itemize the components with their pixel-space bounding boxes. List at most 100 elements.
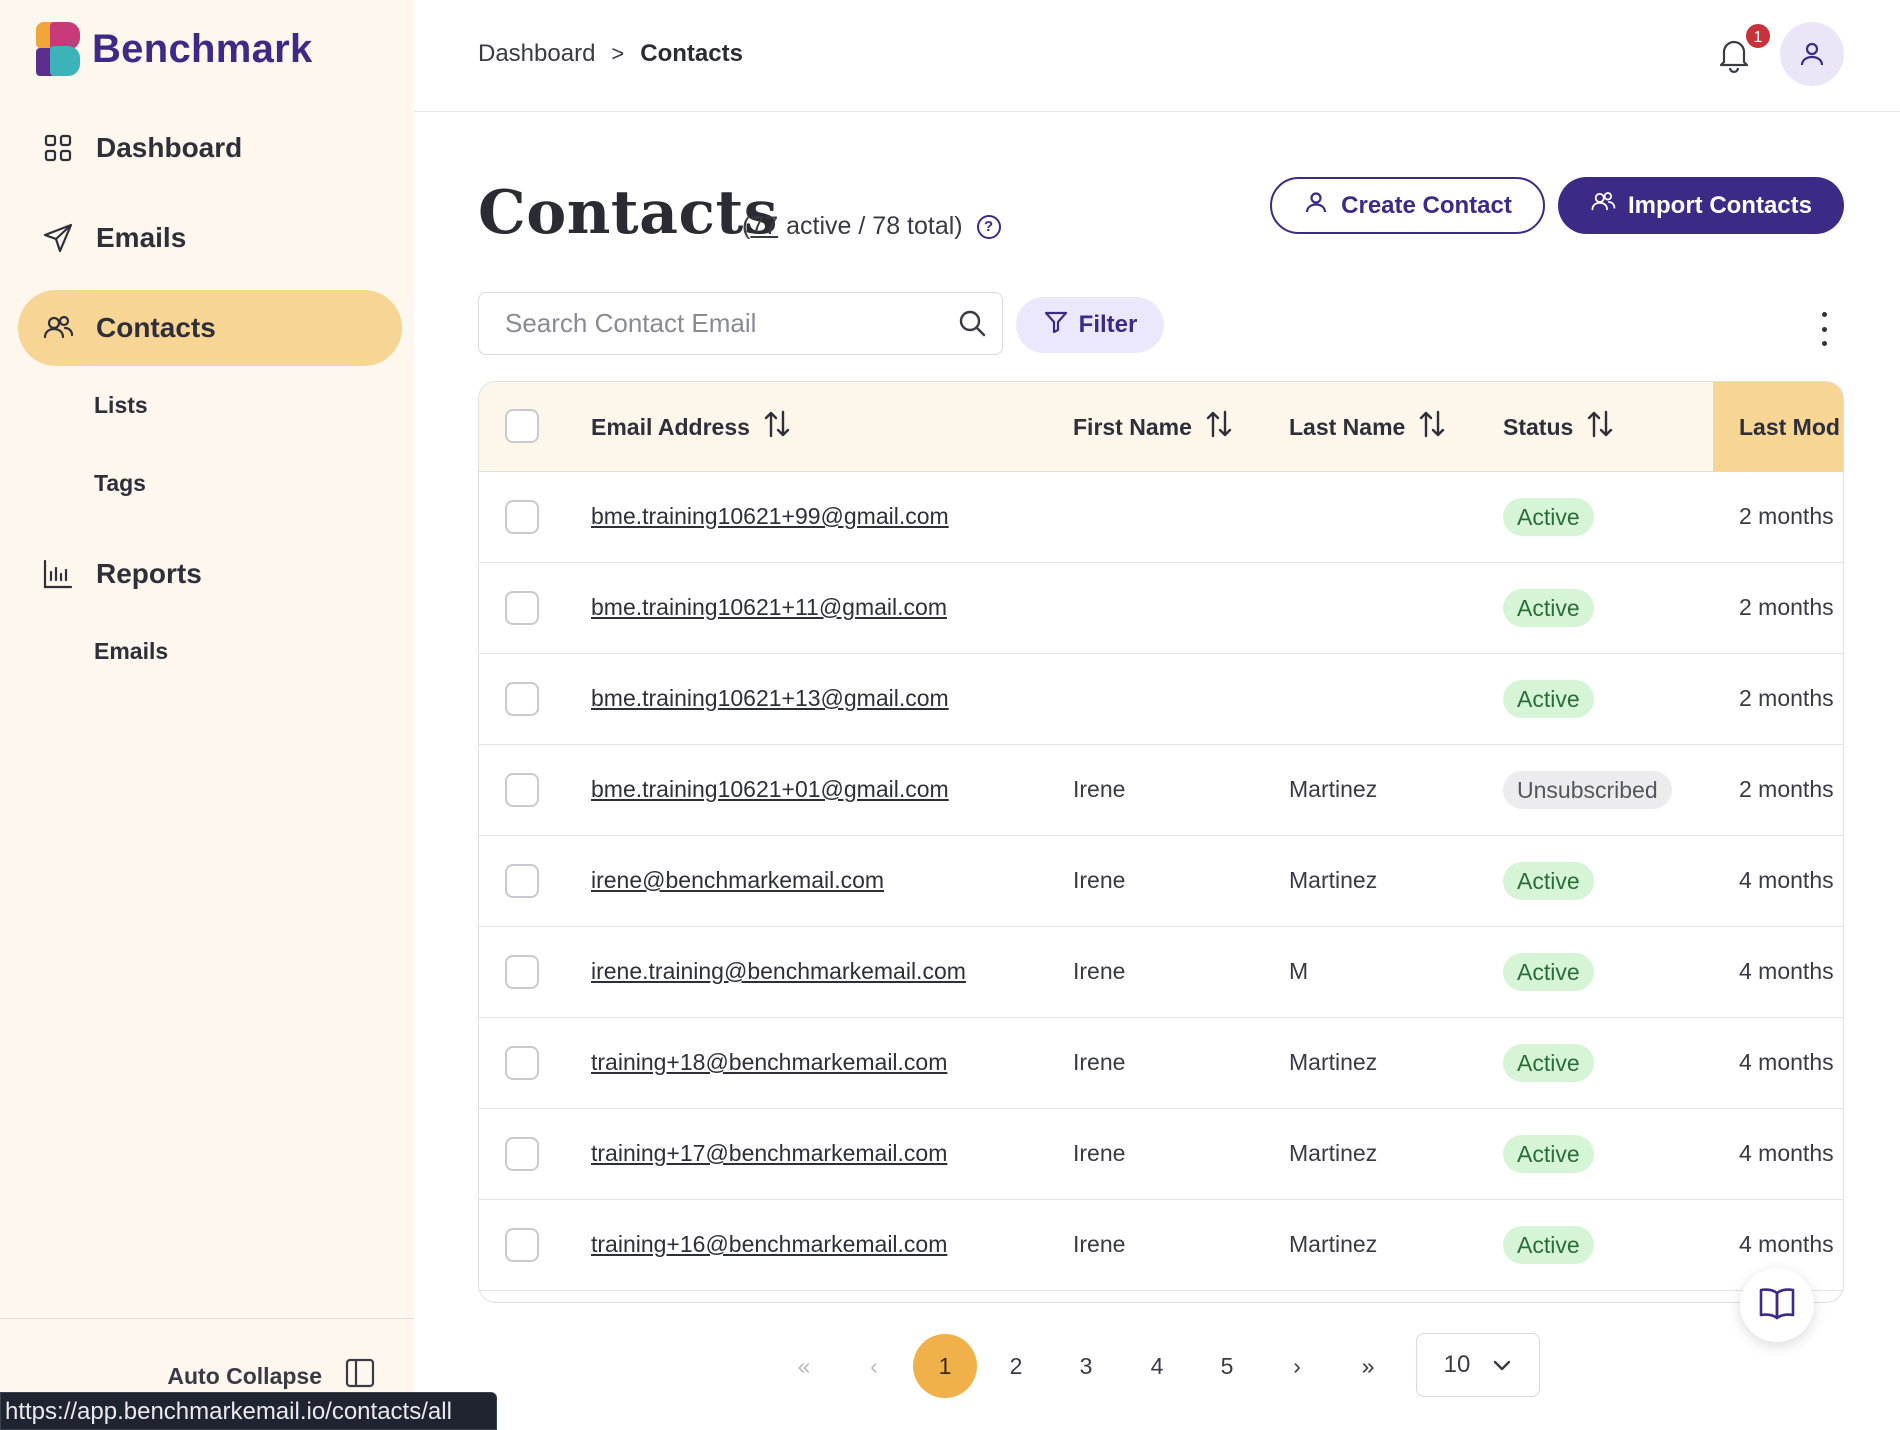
auto-collapse-toggle[interactable]: Auto Collapse <box>167 1357 376 1395</box>
table-row: training+16@benchmarkemail.com Irene Marti… <box>479 1200 1843 1291</box>
table-row: bme.training10621+11@gmail.com Active 2 mo… <box>479 563 1843 654</box>
column-label: Email Address <box>591 413 750 440</box>
pagination-page-2[interactable]: 2 <box>984 1334 1048 1398</box>
status-badge: Active <box>1503 680 1594 718</box>
sort-arrows-icon[interactable] <box>1206 409 1232 445</box>
open-book-icon <box>1757 1285 1797 1326</box>
sidebar-item-lists[interactable]: Lists <box>18 366 402 444</box>
benchmark-logo-icon <box>36 22 80 76</box>
users-icon <box>42 312 74 344</box>
column-last-modified[interactable]: Last Mod <box>1713 382 1843 472</box>
import-contacts-label: Import Contacts <box>1627 191 1812 219</box>
sidebar-item-label: Emails <box>96 222 187 253</box>
row-checkbox[interactable] <box>505 682 539 716</box>
contact-last-name: Martinez <box>1289 1049 1378 1075</box>
row-checkbox[interactable] <box>505 1046 539 1080</box>
sort-arrows-icon[interactable] <box>764 409 790 445</box>
guide-book-button[interactable] <box>1740 1268 1814 1342</box>
contact-email-link[interactable]: bme.training10621+01@gmail.com <box>591 776 949 803</box>
contact-first-name: Irene <box>1073 1140 1126 1166</box>
page-title: Contacts <box>478 178 779 248</box>
status-bar-url: https://app.benchmarkemail.io/contacts/a… <box>0 1392 497 1430</box>
contact-email-link[interactable]: irene@benchmarkemail.com <box>591 867 884 894</box>
sidebar-item-label: Contacts <box>96 312 216 343</box>
import-contacts-button[interactable]: Import Contacts <box>1558 177 1844 234</box>
sidebar-panel-icon <box>344 1357 376 1395</box>
pagination-page-5[interactable]: 5 <box>1195 1334 1259 1398</box>
contact-email-link[interactable]: bme.training10621+13@gmail.com <box>591 685 949 712</box>
table-row: bme.training10621+99@gmail.com Active 2 mo… <box>479 472 1843 563</box>
pagination-page-3[interactable]: 3 <box>1054 1334 1118 1398</box>
sidebar-item-tags[interactable]: Tags <box>18 444 402 522</box>
contact-first-name: Irene <box>1073 958 1126 984</box>
sort-arrows-icon[interactable] <box>1419 409 1445 445</box>
column-first-name[interactable]: First Name <box>1073 382 1232 472</box>
row-checkbox[interactable] <box>505 1228 539 1262</box>
contact-email-link[interactable]: training+18@benchmarkemail.com <box>591 1049 947 1076</box>
last-modified-value: 2 months <box>1739 503 1834 529</box>
pagination-prev[interactable]: ‹ <box>842 1334 906 1398</box>
sidebar-item-emails[interactable]: Emails <box>18 200 402 276</box>
select-all-checkbox[interactable] <box>505 409 539 443</box>
more-options-icon[interactable] <box>1812 312 1836 346</box>
sidebar-item-dashboard[interactable]: Dashboard <box>18 110 402 186</box>
breadcrumb-separator: > <box>611 41 625 66</box>
contact-email-link[interactable]: bme.training10621+11@gmail.com <box>591 594 947 621</box>
breadcrumb-dashboard[interactable]: Dashboard <box>478 40 595 68</box>
table-header: Email Address First Name Last Name Statu… <box>479 382 1843 472</box>
row-checkbox[interactable] <box>505 955 539 989</box>
brand-logo[interactable]: Benchmark <box>36 22 313 76</box>
row-checkbox[interactable] <box>505 500 539 534</box>
last-modified-value: 4 months <box>1739 1231 1834 1257</box>
sort-arrows-icon[interactable] <box>1587 409 1613 445</box>
contact-first-name: Irene <box>1073 1231 1126 1257</box>
row-checkbox[interactable] <box>505 773 539 807</box>
sidebar-item-reports[interactable]: Reports <box>18 536 402 612</box>
pagination-last[interactable]: » <box>1336 1334 1400 1398</box>
column-last-name[interactable]: Last Name <box>1289 382 1445 472</box>
per-page-value: 10 <box>1443 1351 1471 1378</box>
users-icon <box>1590 189 1616 222</box>
breadcrumb-current: Contacts <box>640 40 743 67</box>
pagination-next[interactable]: › <box>1265 1334 1329 1398</box>
contact-email-link[interactable]: bme.training10621+99@gmail.com <box>591 503 949 530</box>
contact-email-link[interactable]: irene.training@benchmarkemail.com <box>591 958 966 985</box>
contact-last-name: Martinez <box>1289 1140 1378 1166</box>
avatar[interactable] <box>1780 22 1844 86</box>
chevron-down-icon <box>1492 1351 1512 1379</box>
contact-stats: (77 active / 78 total) ? <box>742 212 1001 241</box>
column-status[interactable]: Status <box>1503 382 1613 472</box>
column-label: Last Name <box>1289 413 1406 440</box>
create-contact-button[interactable]: Create Contact <box>1270 177 1545 234</box>
row-checkbox[interactable] <box>505 864 539 898</box>
sidebar-item-contacts[interactable]: Contacts <box>18 290 402 366</box>
help-icon[interactable]: ? <box>976 214 1001 239</box>
contact-email-link[interactable]: training+17@benchmarkemail.com <box>591 1140 947 1167</box>
stats-label: active / 78 total) <box>786 212 963 240</box>
top-bar: Dashboard > Contacts 1 <box>414 0 1900 112</box>
contact-email-link[interactable]: training+16@benchmarkemail.com <box>591 1231 947 1258</box>
pagination-first[interactable]: « <box>772 1334 836 1398</box>
last-modified-value: 2 months <box>1739 685 1834 711</box>
last-modified-value: 4 months <box>1739 958 1834 984</box>
column-label: First Name <box>1073 413 1192 440</box>
status-badge: Active <box>1503 1044 1594 1082</box>
per-page-select[interactable]: 10 <box>1416 1333 1540 1397</box>
breadcrumb: Dashboard > Contacts <box>478 40 743 68</box>
row-checkbox[interactable] <box>505 591 539 625</box>
sidebar-item-label: Reports <box>96 558 202 589</box>
table-row: training+18@benchmarkemail.com Irene Marti… <box>479 1018 1843 1109</box>
search-icon[interactable] <box>956 307 988 339</box>
active-count-link[interactable]: 77 <box>750 212 778 240</box>
filter-button[interactable]: Filter <box>1016 297 1164 353</box>
status-badge: Active <box>1503 498 1594 536</box>
table-row: bme.training10621+01@gmail.com Irene Marti… <box>479 745 1843 836</box>
status-badge: Active <box>1503 1135 1594 1173</box>
column-email[interactable]: Email Address <box>591 382 790 472</box>
sidebar-item-report-emails[interactable]: Emails <box>18 612 402 690</box>
last-modified-value: 2 months <box>1739 594 1834 620</box>
search-input[interactable] <box>505 293 925 354</box>
pagination-page-4[interactable]: 4 <box>1125 1334 1189 1398</box>
pagination-page-1[interactable]: 1 <box>913 1334 977 1398</box>
row-checkbox[interactable] <box>505 1137 539 1171</box>
